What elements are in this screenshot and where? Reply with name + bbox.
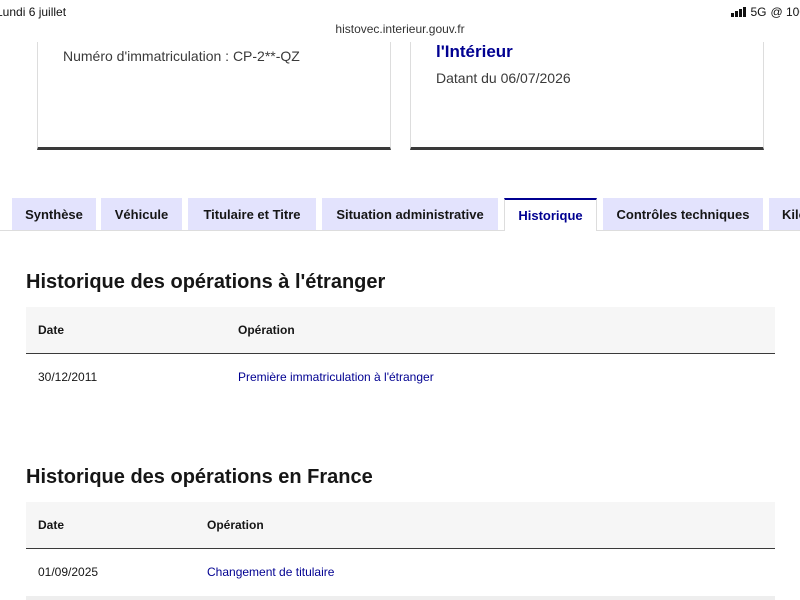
header-operation: Opération xyxy=(238,323,295,337)
battery-status: @ 100 xyxy=(770,5,800,19)
row-operation-link[interactable]: Changement de titulaire xyxy=(207,565,334,579)
table-row: 01/09/2025 Changement de titulaire xyxy=(26,549,775,595)
status-time: Lundi 6 juillet xyxy=(0,5,67,19)
tab-label: Situation administrative xyxy=(336,206,484,222)
tab-synthese[interactable]: Synthèse xyxy=(12,198,96,230)
header-date: Date xyxy=(38,323,65,337)
network-type: 5G xyxy=(750,5,767,19)
header-operation: Opération xyxy=(207,518,264,532)
report-info-card: l'Intérieur Datant du 06/07/2026 xyxy=(410,42,764,150)
cellular-signal-icon xyxy=(731,7,747,17)
page: Lundi 6 juillet 5G @ 100 histovec.interi… xyxy=(0,0,800,600)
status-indicators: 5G @ 100 xyxy=(731,5,800,19)
report-date: Datant du 06/07/2026 xyxy=(436,70,571,86)
table-row: 30/12/2011 Première immatriculation à l'… xyxy=(26,354,775,400)
vehicle-plate-card: Numéro d'immatriculation : CP-2**-QZ xyxy=(37,42,391,150)
address-bar[interactable]: histovec.interieur.gouv.fr xyxy=(0,22,800,42)
tab-kilometrage[interactable]: Kilométrage xyxy=(769,198,800,230)
row-operation-link[interactable]: Première immatriculation à l'étranger xyxy=(238,370,434,384)
table-header-row: Date Opération xyxy=(26,502,775,549)
next-row-edge xyxy=(26,596,775,600)
france-section-title: Historique des opérations en France xyxy=(26,466,373,488)
row-date: 30/12/2011 xyxy=(38,370,98,384)
france-operations-table: Date Opération 01/09/2025 Changement de … xyxy=(26,502,775,595)
abroad-operations-table: Date Opération 30/12/2011 Première immat… xyxy=(26,307,775,400)
tab-label: Véhicule xyxy=(114,206,169,222)
tab-label: Kilométrage xyxy=(782,206,800,222)
tab-label: Historique xyxy=(518,208,583,223)
tab-titulaire-titre[interactable]: Titulaire et Titre xyxy=(188,198,316,230)
tab-label: Titulaire et Titre xyxy=(203,206,301,222)
tab-label: Contrôles techniques xyxy=(616,206,750,222)
status-bar: Lundi 6 juillet 5G @ 100 xyxy=(0,0,800,22)
tab-controles-techniques[interactable]: Contrôles techniques xyxy=(603,198,763,230)
tab-vehicule[interactable]: Véhicule xyxy=(101,198,182,230)
row-date: 01/09/2025 xyxy=(38,565,99,579)
tab-list: Synthèse Véhicule Titulaire et Titre Sit… xyxy=(0,198,800,231)
table-header-row: Date Opération xyxy=(26,307,775,354)
url-text: histovec.interieur.gouv.fr xyxy=(335,22,465,36)
abroad-section-title: Historique des opérations à l'étranger xyxy=(26,271,386,293)
tab-situation-administrative[interactable]: Situation administrative xyxy=(322,198,498,230)
header-date: Date xyxy=(38,518,65,532)
card-title: l'Intérieur xyxy=(436,42,513,61)
plate-number: Numéro d'immatriculation : CP-2**-QZ xyxy=(63,48,300,64)
tab-historique[interactable]: Historique xyxy=(504,198,597,231)
tab-label: Synthèse xyxy=(25,206,83,222)
